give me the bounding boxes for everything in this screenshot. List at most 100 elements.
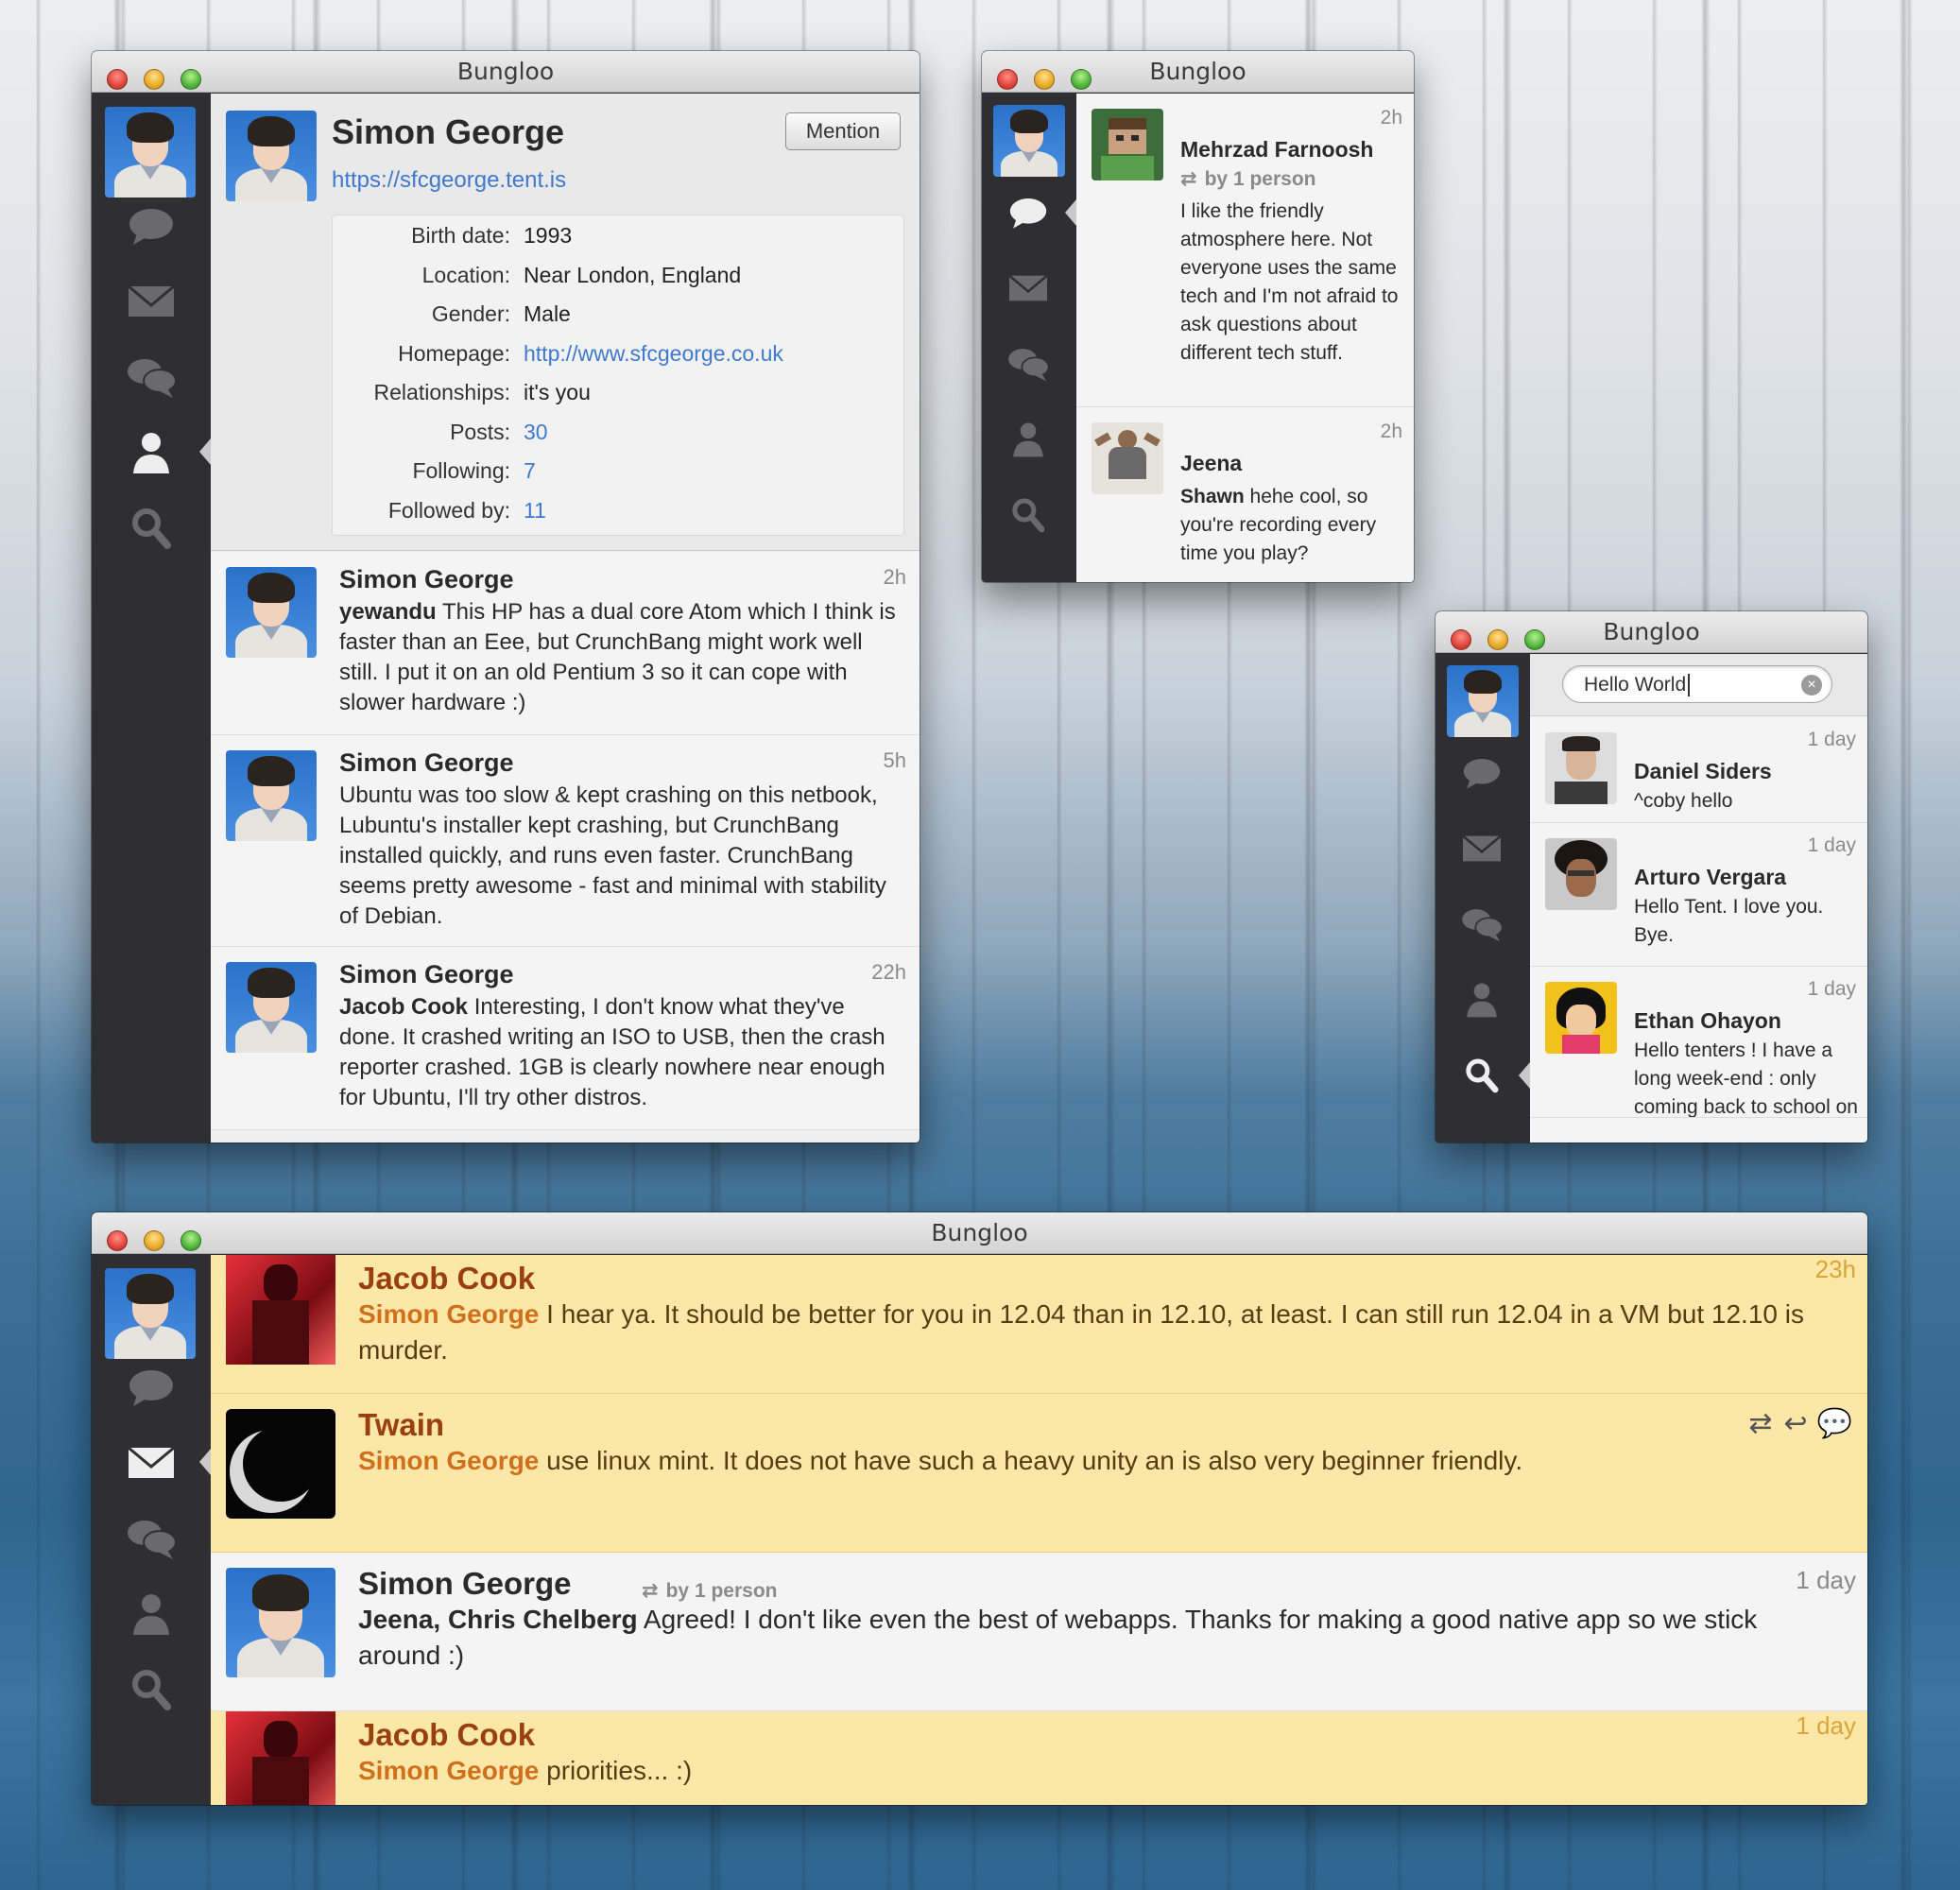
result-text: Hello Tent. I love you. Bye. bbox=[1634, 896, 1824, 946]
post-author[interactable]: Jacob Cook bbox=[358, 1261, 535, 1297]
post-author[interactable]: Simon George bbox=[339, 565, 514, 594]
post-card[interactable]: Jacob Cook 23h Simon George I hear ya. It … bbox=[211, 1255, 1867, 1394]
post-mention[interactable]: Simon George bbox=[358, 1756, 539, 1785]
user-icon[interactable] bbox=[126, 430, 177, 475]
window-titlebar[interactable]: Bungloo bbox=[92, 1212, 1867, 1254]
conversation-icon[interactable]: 💬 bbox=[1817, 1408, 1852, 1439]
search-input[interactable]: Hello World × bbox=[1562, 665, 1832, 703]
envelope-icon[interactable] bbox=[1006, 269, 1050, 307]
post-avatar[interactable] bbox=[226, 567, 317, 658]
envelope-icon[interactable] bbox=[126, 279, 177, 324]
conversation-icon[interactable] bbox=[126, 1516, 177, 1561]
clear-search-icon[interactable]: × bbox=[1801, 675, 1822, 696]
post-author[interactable]: Twain bbox=[358, 1407, 444, 1443]
current-user-avatar[interactable] bbox=[105, 1268, 196, 1359]
zoom-button[interactable] bbox=[1524, 629, 1545, 650]
window-titlebar[interactable]: Bungloo bbox=[982, 51, 1414, 93]
result-avatar[interactable] bbox=[1545, 838, 1617, 910]
post-author[interactable]: Simon George bbox=[339, 748, 514, 778]
search-result[interactable]: 1 day Arturo Vergara Hello Tent. I love yo… bbox=[1530, 823, 1867, 967]
envelope-icon[interactable] bbox=[1460, 830, 1504, 868]
post-card[interactable]: Simon George 22h Jacob Cook Interesting, I… bbox=[211, 947, 920, 1130]
post-mention[interactable]: Jeena, Chris Chelberg bbox=[358, 1605, 638, 1634]
close-button[interactable] bbox=[107, 69, 128, 90]
post-mention[interactable]: Shawn bbox=[1180, 486, 1245, 507]
user-icon[interactable] bbox=[1460, 981, 1504, 1019]
post-card[interactable]: Simon George ⇄ by 1 person 1 day Jeena, Chri… bbox=[211, 1553, 1867, 1711]
result-avatar[interactable] bbox=[1545, 732, 1617, 804]
post-avatar[interactable] bbox=[1092, 109, 1163, 180]
conversation-icon[interactable] bbox=[1006, 345, 1050, 383]
post-author[interactable]: Simon George bbox=[358, 1566, 572, 1602]
chat-bubble-icon[interactable] bbox=[1006, 194, 1050, 232]
current-user-avatar[interactable] bbox=[1447, 665, 1519, 737]
post-author[interactable]: Jacob Cook bbox=[358, 1717, 535, 1753]
repost-info[interactable]: ⇄ by 1 person bbox=[642, 1579, 777, 1603]
post-avatar[interactable] bbox=[226, 1568, 335, 1677]
mention-button[interactable]: Mention bbox=[785, 112, 901, 150]
post-author[interactable]: Mehrzad Farnoosh bbox=[1180, 137, 1373, 163]
current-user-avatar[interactable] bbox=[993, 105, 1065, 177]
chat-bubble-icon[interactable] bbox=[126, 1365, 177, 1410]
zoom-button[interactable] bbox=[181, 1230, 201, 1251]
close-button[interactable] bbox=[107, 1230, 128, 1251]
minimize-button[interactable] bbox=[1487, 629, 1508, 650]
conversation-icon[interactable] bbox=[1460, 905, 1504, 943]
chat-bubble-icon[interactable] bbox=[1460, 754, 1504, 792]
result-avatar[interactable] bbox=[1545, 982, 1617, 1054]
post-mention[interactable]: yewandu bbox=[339, 599, 437, 625]
conversation-icon[interactable] bbox=[126, 354, 177, 400]
profile-field-value[interactable]: 11 bbox=[524, 498, 546, 524]
window-titlebar[interactable]: Bungloo bbox=[1436, 611, 1867, 653]
reply-icon[interactable]: ↩ bbox=[1784, 1408, 1808, 1439]
repost-info[interactable]: ⇄ by 1 person bbox=[1180, 167, 1315, 191]
post-mention[interactable]: Simon George bbox=[358, 1299, 539, 1329]
post-author[interactable]: Simon George bbox=[339, 960, 514, 989]
post-mention[interactable]: Simon George bbox=[358, 1446, 539, 1475]
post-avatar[interactable] bbox=[226, 1409, 335, 1519]
post-avatar[interactable] bbox=[226, 1711, 335, 1805]
post-avatar[interactable] bbox=[226, 750, 317, 841]
post-card[interactable]: Jacob Cook 1 day Simon George priorities..… bbox=[211, 1711, 1867, 1805]
current-user-avatar[interactable] bbox=[105, 107, 196, 198]
profile-url[interactable]: https://sfcgeorge.tent.is bbox=[332, 167, 566, 194]
post-avatar[interactable] bbox=[1092, 422, 1163, 494]
minimize-button[interactable] bbox=[144, 69, 164, 90]
user-icon[interactable] bbox=[1006, 421, 1050, 458]
result-author[interactable]: Ethan Ohayon bbox=[1634, 1008, 1781, 1034]
search-icon[interactable] bbox=[126, 506, 177, 551]
result-author[interactable]: Arturo Vergara bbox=[1634, 865, 1786, 890]
post-card[interactable]: 2h Mehrzad Farnoosh ⇄ by 1 person I like the… bbox=[1076, 94, 1414, 407]
chat-bubble-icon[interactable] bbox=[126, 203, 177, 249]
close-button[interactable] bbox=[1451, 629, 1471, 650]
minimize-button[interactable] bbox=[144, 1230, 164, 1251]
post-card[interactable]: Simon George 5h Ubuntu was too slow & kept… bbox=[211, 735, 920, 947]
minimize-button[interactable] bbox=[1034, 69, 1055, 90]
post-mention[interactable]: Jacob Cook bbox=[339, 994, 468, 1020]
search-icon[interactable] bbox=[1460, 1057, 1504, 1094]
search-icon[interactable] bbox=[126, 1667, 177, 1712]
close-button[interactable] bbox=[997, 69, 1018, 90]
post-body: Simon George use linux mint. It does not… bbox=[358, 1443, 1820, 1479]
result-author[interactable]: Daniel Siders bbox=[1634, 759, 1772, 784]
post-author[interactable]: Jeena bbox=[1180, 451, 1242, 476]
post-card[interactable]: 2h Jeena Shawn hehe cool, so you're record… bbox=[1076, 407, 1414, 582]
zoom-button[interactable] bbox=[1071, 69, 1092, 90]
search-result[interactable]: 1 day Daniel Siders ^coby hello bbox=[1530, 717, 1867, 823]
search-icon[interactable] bbox=[1006, 496, 1050, 534]
window-titlebar[interactable]: Bungloo bbox=[92, 51, 920, 93]
repost-action-icon[interactable]: ⇄ bbox=[1748, 1408, 1772, 1439]
zoom-button[interactable] bbox=[181, 69, 201, 90]
search-result[interactable]: 1 day Ethan Ohayon Hello tenters ! I have … bbox=[1530, 967, 1867, 1118]
user-icon[interactable] bbox=[126, 1591, 177, 1637]
profile-field-value[interactable]: http://www.sfcgeorge.co.uk bbox=[524, 341, 783, 367]
post-card[interactable]: Simon George 2h yewandu This HP has a dual… bbox=[211, 552, 920, 735]
post-card[interactable]: Twain ⇄ ↩ 💬 Simon George use linux mint. It … bbox=[211, 1394, 1867, 1553]
profile-content: Simon George https://sfcgeorge.tent.is M… bbox=[211, 94, 920, 1143]
profile-field-value[interactable]: 30 bbox=[524, 420, 548, 445]
envelope-icon[interactable] bbox=[126, 1440, 177, 1486]
post-avatar[interactable] bbox=[226, 1255, 335, 1365]
profile-field-value[interactable]: 7 bbox=[524, 458, 536, 484]
profile-field-label: Following: bbox=[412, 458, 510, 483]
post-avatar[interactable] bbox=[226, 962, 317, 1053]
